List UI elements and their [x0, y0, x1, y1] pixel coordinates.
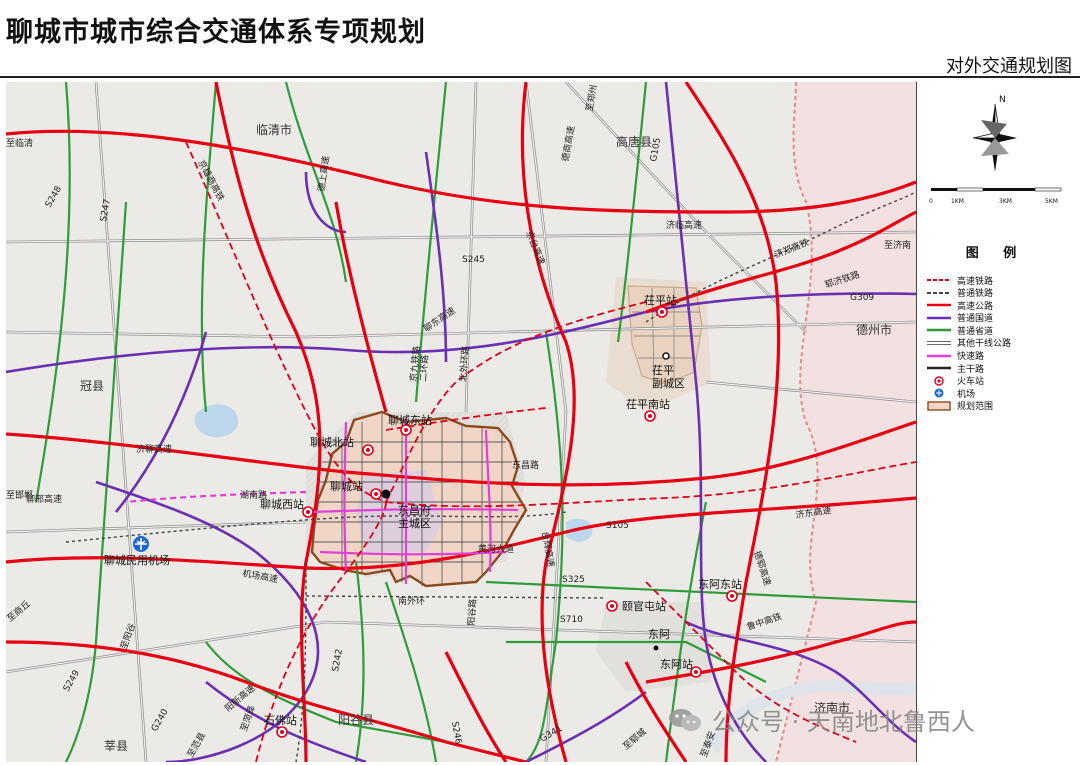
road-label: 东昌路 [512, 459, 539, 471]
station-label: 茌平站 [644, 293, 677, 307]
legend-label: 高速铁路 [957, 276, 994, 287]
legend-item: 规划范围 [927, 400, 1067, 412]
wechat-icon [668, 707, 702, 733]
legend-item: 火车站 [927, 375, 1067, 387]
map-subtitle: 对外交通规划图 [946, 56, 1072, 77]
legend-label: 规划范围 [957, 402, 994, 413]
airport-icon [927, 388, 951, 398]
line [927, 363, 951, 373]
legend-item: 普通国道 [927, 312, 1067, 324]
region-label: 冠县 [80, 379, 104, 393]
legend-panel: N 0 1KM 3KM 5KM 图 例 高速铁路普通铁路 高速公路普通国道 普通省道… [916, 82, 1075, 762]
road-label: 至济南 [884, 239, 911, 251]
road-label: 湖南路 [240, 489, 267, 501]
legend-label: 快速路 [957, 352, 985, 363]
airport-label: 聊城民用机场 [104, 553, 170, 567]
legend-item: 机场 [927, 387, 1067, 400]
scale-label: 5KM [1045, 198, 1058, 205]
road-label: 至临清 [6, 137, 33, 149]
road-label: S325 [562, 575, 585, 585]
legend-item: 普通省道 [927, 324, 1067, 337]
station-label: 茌平南站 [626, 397, 670, 411]
region-label: 德州市 [856, 322, 892, 337]
road-label: 南外环 [398, 595, 425, 607]
legend-label: 主干路 [957, 364, 985, 375]
station-label: 颐官屯站 [622, 599, 666, 613]
legend-item: 高速公路 [927, 299, 1067, 312]
region-label: 阳谷县 [338, 713, 374, 727]
road-label: S105 [606, 521, 629, 531]
region-label: 莘县 [104, 739, 128, 753]
station-icon [927, 376, 951, 386]
legend-item: 其他干线公路 [927, 337, 1067, 349]
watermark: 公众号 · 天南地北鲁西人 [668, 702, 975, 737]
region-label: 临清市 [256, 122, 292, 137]
legend-item: 普通铁路 [927, 287, 1067, 299]
line [927, 351, 951, 361]
title-divider [0, 76, 1080, 78]
road-label: S710 [560, 615, 583, 625]
station-label: 东阿站 [660, 657, 693, 671]
legend-label: 火车站 [957, 377, 985, 388]
road-label: 黄河大道 [478, 543, 514, 555]
north-label: N [999, 95, 1006, 105]
station-label: 聊城站 [330, 479, 363, 493]
line [927, 313, 951, 323]
region-label: 高唐县 [616, 134, 652, 149]
legend-item: 高速铁路 [927, 274, 1067, 287]
legend-label: 普通铁路 [957, 289, 994, 300]
district-label: 东阿 [648, 628, 670, 641]
legend-label: 其他干线公路 [957, 339, 1012, 350]
map-title: 聊城市城市综合交通体系专项规划 [6, 17, 426, 48]
scale-bar-graphic [931, 187, 1062, 192]
legend-label: 普通国道 [957, 314, 994, 325]
north-arrow-icon: N [972, 95, 1017, 172]
legend-item: 主干路 [927, 362, 1067, 375]
watermark-text: 公众号 · 天南地北鲁西人 [712, 708, 975, 736]
double-line [927, 338, 951, 348]
legend-label: 普通省道 [957, 326, 994, 337]
line [927, 300, 951, 310]
map-canvas[interactable]: 临清市 高唐县 德州市 冠县 阳谷县 莘县 济南市 东昌府主城区 茌平副城区 东… [6, 82, 916, 762]
road-label: 至邯郸 [6, 489, 33, 501]
station-label: 东阿东站 [698, 577, 742, 591]
station-label: 聊城北站 [310, 435, 354, 449]
line [927, 325, 951, 335]
legend-title: 图 例 [965, 246, 1027, 261]
scale-label: 0 [929, 198, 933, 205]
road-label: G309 [850, 293, 874, 303]
scale-label: 3KM [999, 198, 1012, 205]
legend-item: 快速路 [927, 350, 1067, 362]
road-label: S245 [462, 255, 485, 265]
dashed-line [927, 275, 951, 285]
scale-label: 1KM [951, 198, 964, 205]
legend-label: 机场 [957, 389, 976, 400]
road-label: 济临高速 [666, 219, 702, 231]
legend-list: 高速铁路普通铁路 高速公路普通国道 普通省道其他干线公路 快速路 主干路火车站 机场规划范… [927, 274, 1067, 413]
dashed-line [927, 288, 951, 298]
legend-label: 高速公路 [957, 301, 994, 312]
station-label: 石佛站 [264, 713, 297, 727]
scale-bar: 0 1KM 3KM 5KM [927, 186, 1067, 206]
road-label: 济聊高速 [136, 443, 172, 455]
boundary [927, 401, 951, 411]
district-label: 东昌府主城区 [398, 503, 431, 530]
station-label: 聊城东站 [388, 413, 432, 427]
